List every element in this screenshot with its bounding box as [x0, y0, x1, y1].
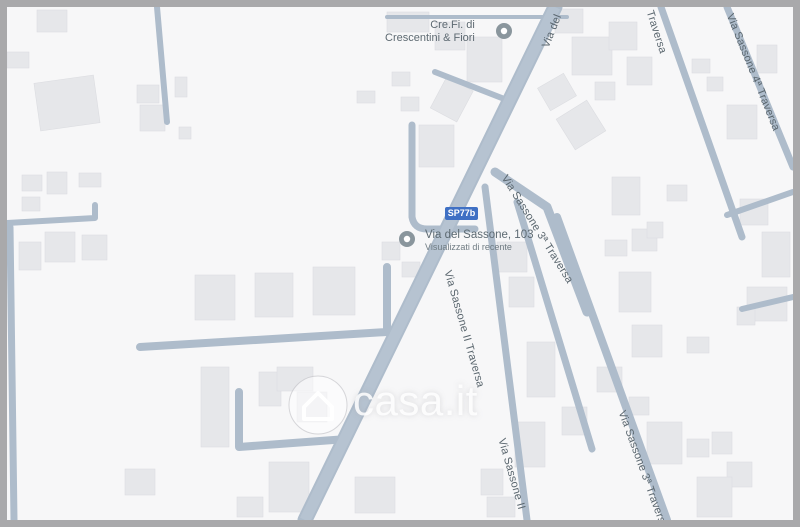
- poi-crefi-label[interactable]: Cre.Fi. di Crescentini & Fiori: [385, 19, 475, 45]
- house-logo-icon: [288, 375, 348, 435]
- map-frame: Cre.Fi. di Crescentini & Fiori Via del S…: [0, 0, 800, 527]
- poi-via-del-sassone-name: Via del Sassone, 103: [425, 229, 534, 241]
- poi-crefi-name-line2: Crescentini & Fiori: [385, 32, 475, 44]
- poi-crefi-name-line1: Cre.Fi. di: [430, 19, 475, 31]
- watermark-text: casa.it: [353, 377, 478, 424]
- poi-via-del-sassone-label[interactable]: Via del Sassone, 103 Visualizzati di rec…: [425, 229, 533, 253]
- poi-via-del-sassone-subtitle: Visualizzati di recente: [425, 242, 512, 252]
- location-pin-icon[interactable]: [398, 230, 416, 248]
- map-canvas[interactable]: Cre.Fi. di Crescentini & Fiori Via del S…: [7, 7, 793, 520]
- location-pin-icon[interactable]: [495, 22, 513, 40]
- casa-it-watermark: casa.it: [286, 373, 536, 453]
- route-shield-sp77b: SP77b: [445, 207, 478, 220]
